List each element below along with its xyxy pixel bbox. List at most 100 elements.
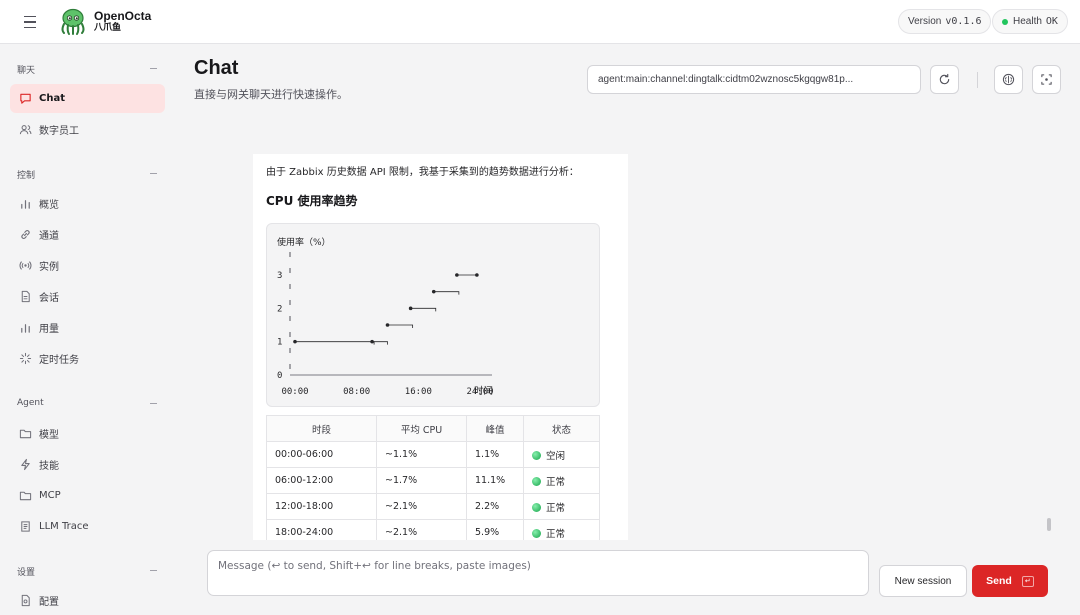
sidebar-item-chat[interactable]: Chat <box>10 84 165 113</box>
refresh-button[interactable] <box>930 65 959 94</box>
table-cell: ~2.1% <box>376 519 467 540</box>
data-point <box>385 323 390 327</box>
x-tick-label: 16:00 <box>405 387 432 397</box>
sidebar-item-label: 实例 <box>39 262 59 273</box>
radio-icon <box>18 259 32 273</box>
x-tick-label: 00:00 <box>281 387 308 397</box>
column-header: 平均 CPU <box>376 415 467 442</box>
scrollbar-thumb[interactable] <box>1047 518 1051 531</box>
sidebar-item-instances[interactable]: 实例 <box>10 251 165 280</box>
loader-icon <box>18 352 32 366</box>
table-row: 12:00-18:00 ~2.1% 2.2% 正常 <box>266 493 600 520</box>
send-label: Send <box>986 575 1012 587</box>
focus-mode-button[interactable] <box>1032 65 1061 94</box>
toolbar-divider <box>977 72 978 88</box>
health-value: OK <box>1045 16 1058 27</box>
chat-message: 由于 Zabbix 历史数据 API 限制，我基于采集到的趋势数据进行分析： C… <box>253 154 628 540</box>
send-button[interactable]: Send ↵ <box>972 565 1048 597</box>
focus-icon <box>1041 74 1052 85</box>
sidebar-item-llm-trace[interactable]: LLM Trace <box>10 512 165 541</box>
sidebar-item-label: LLM Trace <box>39 521 89 532</box>
sidebar-item-models[interactable]: 模型 <box>10 419 165 448</box>
series-segment <box>433 291 460 295</box>
sidebar-item-label: 定时任务 <box>39 355 79 366</box>
data-point <box>293 339 297 344</box>
refresh-icon <box>939 73 950 85</box>
ascii-chart-block: 使用率（%） 0 1 2 3 00:00 08:00 16:00 24:00 时间 <box>266 223 600 407</box>
sidebar: 聊天 Chat 数字员工 控制 概览 通道 实例 会话 用量 定时任务 Agen… <box>0 44 175 615</box>
cpu-usage-chart: 012300:00 08:00 16:00 24:00时间 <box>277 252 494 397</box>
octopus-logo-icon <box>61 8 85 35</box>
sidebar-group-settings[interactable]: 设置 <box>17 565 35 578</box>
page-subtitle: 直接与网关聊天进行快速操作。 <box>194 88 348 101</box>
sidebar-item-label: 概览 <box>39 200 59 211</box>
table-row: 18:00-24:00 ~2.1% 5.9% 正常 <box>266 519 600 540</box>
bar-chart-icon <box>18 197 32 211</box>
sidebar-item-sessions[interactable]: 会话 <box>10 282 165 311</box>
brand-subtitle: 八爪鱼 <box>94 23 122 33</box>
series-segment <box>295 341 375 345</box>
version-value: v0.1.6 <box>945 16 982 27</box>
table-cell: ~1.7% <box>376 467 467 494</box>
y-tick-label: 2 <box>277 304 282 314</box>
health-status-dot <box>1002 18 1008 25</box>
sidebar-group-control[interactable]: 控制 <box>17 168 35 181</box>
sidebar-group-chat[interactable]: 聊天 <box>17 63 35 76</box>
green-circle-icon <box>532 450 541 460</box>
scroll-icon <box>18 520 32 534</box>
status-text: 空闲 <box>546 450 566 462</box>
status-text: 正常 <box>546 502 566 514</box>
status-cell: 正常 <box>523 467 600 494</box>
column-header: 时段 <box>266 415 377 442</box>
sidebar-item-mcp[interactable]: MCP <box>10 481 165 510</box>
series-segment <box>387 324 414 328</box>
session-key-select[interactable]: agent:main:channel:dingtalk:cidtm02wznos… <box>587 65 921 94</box>
sidebar-item-config[interactable]: 配置 <box>10 586 165 615</box>
sidebar-item-label: 技能 <box>39 461 59 472</box>
data-point <box>431 289 436 294</box>
data-point <box>455 273 459 277</box>
collapse-icon[interactable] <box>150 570 157 571</box>
column-header: 峰值 <box>466 415 524 442</box>
sidebar-item-scheduled-tasks[interactable]: 定时任务 <box>10 344 165 373</box>
new-session-button[interactable]: New session <box>879 565 967 597</box>
table-cell: 11.1% <box>466 467 524 494</box>
settings-icon <box>18 594 32 608</box>
x-axis-title: 时间 <box>474 385 493 397</box>
data-point <box>408 306 413 311</box>
thinking-toggle-button[interactable] <box>994 65 1023 94</box>
y-tick-label: 3 <box>277 271 282 281</box>
folder-icon <box>18 489 32 503</box>
sidebar-group-agent[interactable]: Agent <box>17 398 44 408</box>
table-cell: 06:00-12:00 <box>266 467 377 494</box>
sidebar-item-overview[interactable]: 概览 <box>10 189 165 218</box>
sidebar-item-usage[interactable]: 用量 <box>10 313 165 342</box>
sidebar-item-digital-employees[interactable]: 数字员工 <box>10 115 165 144</box>
table-cell: 2.2% <box>466 493 524 520</box>
zap-icon <box>18 458 32 472</box>
table-cell: ~2.1% <box>376 493 467 520</box>
status-cell: 空闲 <box>523 441 600 468</box>
sidebar-item-label: 数字员工 <box>39 126 79 137</box>
menu-icon[interactable] <box>20 12 40 32</box>
chat-bubble-icon <box>18 92 32 106</box>
collapse-icon[interactable] <box>150 403 157 404</box>
y-tick-label: 0 <box>277 371 282 381</box>
health-label: Health <box>1013 16 1042 27</box>
brand-name: OpenOcta <box>94 9 152 23</box>
brand: OpenOcta 八爪鱼 <box>94 10 151 34</box>
message-input[interactable]: Message (↩ to send, Shift+↩ for line bre… <box>207 550 869 596</box>
x-tick-label: 08:00 <box>343 387 370 397</box>
sidebar-item-label: 用量 <box>39 324 59 335</box>
brain-icon <box>1002 73 1015 86</box>
collapse-icon[interactable] <box>150 173 157 174</box>
collapse-icon[interactable] <box>150 68 157 69</box>
sidebar-item-channels[interactable]: 通道 <box>10 220 165 249</box>
sidebar-item-label: 通道 <box>39 231 59 242</box>
status-text: 正常 <box>546 528 566 540</box>
table-cell: 1.1% <box>466 441 524 468</box>
enter-key-icon: ↵ <box>1021 575 1034 587</box>
table-row: 00:00-06:00 ~1.1% 1.1% 空闲 <box>266 441 600 468</box>
message-heading: CPU 使用率趋势 <box>266 194 358 208</box>
sidebar-item-skills[interactable]: 技能 <box>10 450 165 479</box>
